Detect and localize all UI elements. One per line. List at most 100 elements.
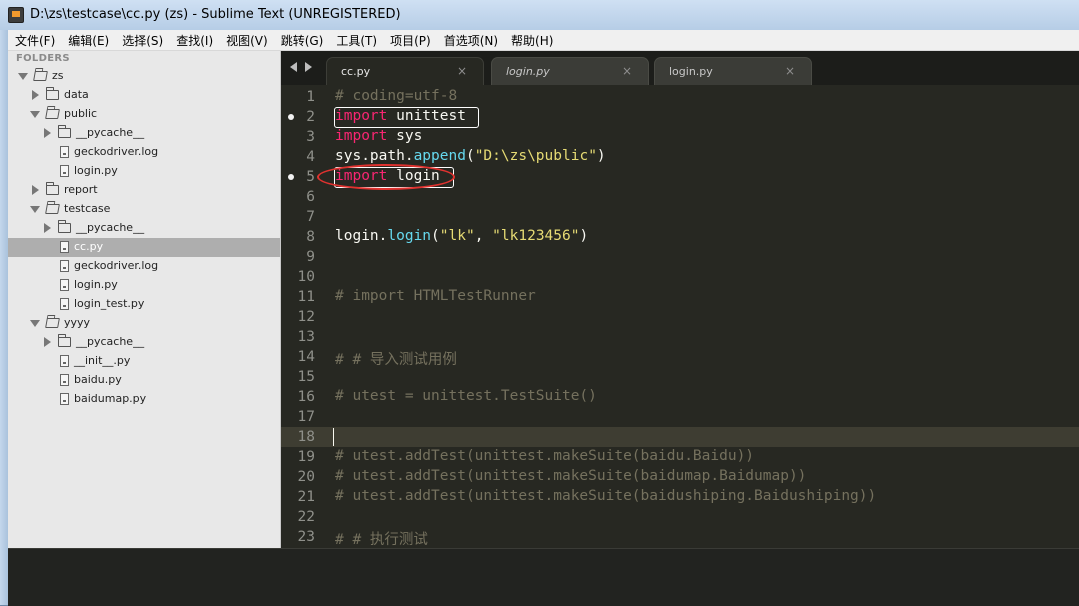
folder-item[interactable]: zs xyxy=(8,67,280,86)
code-line[interactable]: 12 xyxy=(281,307,1079,327)
chevron-down-icon[interactable] xyxy=(30,206,40,213)
close-icon[interactable]: × xyxy=(622,64,632,78)
file-item[interactable]: geckodriver.log xyxy=(8,143,280,162)
menu-item[interactable]: 视图(V) xyxy=(219,31,274,51)
code-line[interactable]: 21 # utest.addTest(unittest.makeSuite(bai… xyxy=(281,487,1079,507)
code-line[interactable]: 18 xyxy=(281,427,1079,447)
chevron-down-icon[interactable] xyxy=(30,111,40,118)
file-icon xyxy=(60,165,69,177)
console-panel xyxy=(8,548,1079,606)
tree-item-label: geckodriver.log xyxy=(74,145,159,158)
file-item[interactable]: baidu.py xyxy=(8,371,280,390)
tree-item-label: __pycache__ xyxy=(76,221,145,234)
menu-item[interactable]: 选择(S) xyxy=(115,31,169,51)
menu-item[interactable]: 项目(P) xyxy=(383,31,437,51)
file-item[interactable]: baidumap.py xyxy=(8,390,280,409)
menu-item[interactable]: 编辑(E) xyxy=(61,31,115,51)
code-line[interactable]: 7 xyxy=(281,207,1079,227)
line-number: 4 xyxy=(306,149,315,165)
menu-item[interactable]: 首选项(N) xyxy=(437,31,504,51)
tab-scroll-right-icon[interactable] xyxy=(305,62,312,72)
code-line[interactable]: 10 xyxy=(281,267,1079,287)
folder-item[interactable]: __pycache__ xyxy=(8,124,280,143)
code-line[interactable]: 17 xyxy=(281,407,1079,427)
folder-item[interactable]: public xyxy=(8,105,280,124)
line-number: 21 xyxy=(297,489,315,505)
window-frame-left xyxy=(0,30,8,605)
chevron-right-icon[interactable] xyxy=(32,185,39,195)
code-line[interactable]: 11 # import HTMLTestRunner xyxy=(281,287,1079,307)
code-editor[interactable]: 1 # coding=utf-8 2 import unittest 3 import s… xyxy=(281,85,1079,548)
tree-item-label: testcase xyxy=(64,202,111,215)
tree-item-label: __pycache__ xyxy=(76,335,145,348)
file-item[interactable]: __init__.py xyxy=(8,352,280,371)
code-line[interactable]: 20 # utest.addTest(unittest.makeSuite(bai… xyxy=(281,467,1079,487)
code-line[interactable]: 13 xyxy=(281,327,1079,347)
line-number: 1 xyxy=(306,89,315,105)
chevron-right-icon[interactable] xyxy=(44,128,51,138)
file-item[interactable]: login_test.py xyxy=(8,295,280,314)
text-caret xyxy=(333,428,334,446)
code-line[interactable]: 3 import sys xyxy=(281,127,1079,147)
editor-tab[interactable]: login.py × xyxy=(491,57,649,85)
code-line[interactable]: 8 login.login("lk", "lk123456") xyxy=(281,227,1079,247)
file-item[interactable]: login.py xyxy=(8,276,280,295)
menu-item[interactable]: 跳转(G) xyxy=(274,31,330,51)
folder-item[interactable]: __pycache__ xyxy=(8,219,280,238)
file-icon xyxy=(60,260,69,272)
tab-scroll-left-icon[interactable] xyxy=(290,62,297,72)
code-text: # utest.addTest(unittest.makeSuite(baidu… xyxy=(335,468,807,484)
code-line[interactable]: 22 xyxy=(281,507,1079,527)
chevron-right-icon[interactable] xyxy=(32,90,39,100)
editor-tab[interactable]: login.py × xyxy=(654,57,812,85)
code-line[interactable]: 6 xyxy=(281,187,1079,207)
line-number: 2 xyxy=(306,109,315,125)
menu-item[interactable]: 查找(I) xyxy=(169,31,219,51)
folder-item[interactable]: testcase xyxy=(8,200,280,219)
chevron-right-icon[interactable] xyxy=(44,337,51,347)
code-line[interactable]: 19 # utest.addTest(unittest.makeSuite(bai… xyxy=(281,447,1079,467)
file-icon xyxy=(60,279,69,291)
chevron-down-icon[interactable] xyxy=(18,73,28,80)
editor-tab[interactable]: cc.py × xyxy=(326,57,484,85)
folder-item[interactable]: report xyxy=(8,181,280,200)
code-line[interactable]: 14 # # 导入测试用例 xyxy=(281,347,1079,368)
close-icon[interactable]: × xyxy=(457,64,467,78)
close-icon[interactable]: × xyxy=(785,64,795,78)
sublime-app-icon[interactable] xyxy=(8,7,24,23)
line-number: 12 xyxy=(297,309,315,325)
menu-item[interactable]: 帮助(H) xyxy=(504,31,559,51)
folder-icon xyxy=(46,87,59,100)
code-line[interactable]: 9 xyxy=(281,247,1079,267)
line-number: 11 xyxy=(297,289,315,305)
folder-open-icon xyxy=(45,109,60,119)
tree-item-label: login.py xyxy=(74,278,118,291)
chevron-down-icon[interactable] xyxy=(30,320,40,327)
menu-item[interactable]: 工具(T) xyxy=(329,31,383,51)
line-number: 3 xyxy=(306,129,315,145)
folder-open-icon xyxy=(45,318,60,328)
line-number: 20 xyxy=(297,469,315,485)
tree-item-label: __init__.py xyxy=(74,354,131,367)
folder-item[interactable]: data xyxy=(8,86,280,105)
code-line[interactable]: 2 import unittest xyxy=(281,107,1079,128)
code-line[interactable]: 15 xyxy=(281,367,1079,387)
code-line[interactable]: 16 # utest = unittest.TestSuite() xyxy=(281,387,1079,407)
tree-item-label: report xyxy=(64,183,98,196)
tree-item-label: cc.py xyxy=(74,240,104,253)
menu-item[interactable]: 文件(F) xyxy=(8,31,61,51)
file-item[interactable]: cc.py xyxy=(8,238,280,257)
line-number: 17 xyxy=(297,409,315,425)
folder-item[interactable]: __pycache__ xyxy=(8,333,280,352)
file-item[interactable]: login.py xyxy=(8,162,280,181)
chevron-right-icon[interactable] xyxy=(44,223,51,233)
folder-item[interactable]: yyyy xyxy=(8,314,280,333)
tree-item-label: public xyxy=(64,107,98,120)
folder-icon xyxy=(58,220,71,233)
title-bar: D:\zs\testcase\cc.py (zs) - Sublime Text… xyxy=(0,0,1079,30)
code-line[interactable]: 1 # coding=utf-8 xyxy=(281,87,1079,107)
code-line[interactable]: 23 # # 执行测试 xyxy=(281,527,1079,548)
line-number: 14 xyxy=(297,349,315,365)
file-item[interactable]: geckodriver.log xyxy=(8,257,280,276)
folders-header: FOLDERS xyxy=(16,53,70,64)
